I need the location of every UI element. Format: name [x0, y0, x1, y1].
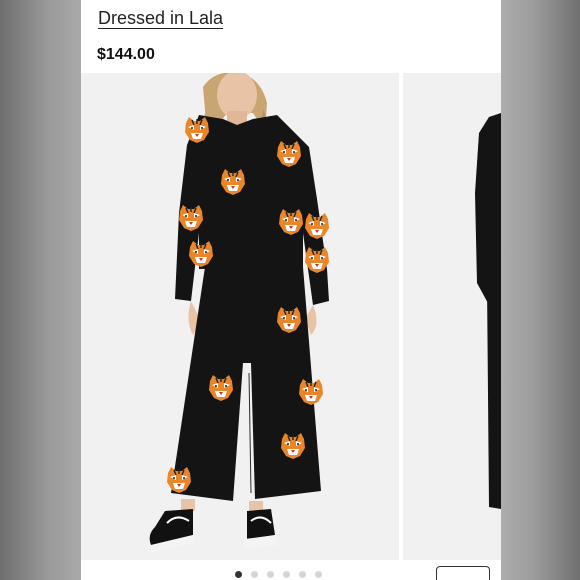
model-illustration-next [475, 113, 501, 509]
product-page: Dressed in Lala $144.00 [81, 0, 501, 580]
gallery-pagination [235, 571, 322, 580]
right-backdrop [501, 0, 580, 580]
gallery-dot[interactable] [315, 571, 322, 578]
product-price: $144.00 [97, 46, 155, 63]
gallery-dot[interactable] [235, 571, 242, 578]
gallery-dot[interactable] [267, 571, 274, 578]
product-image-next[interactable] [403, 73, 501, 560]
gallery-dot[interactable] [251, 571, 258, 578]
gallery-dot[interactable] [299, 571, 306, 578]
product-image-main[interactable] [81, 73, 399, 560]
left-backdrop [0, 0, 81, 580]
thumbnail-tab[interactable] [436, 566, 490, 580]
gallery-dot[interactable] [283, 571, 290, 578]
brand-link[interactable]: Dressed in Lala [98, 7, 223, 29]
right-shoe [245, 509, 277, 549]
model-illustration [149, 73, 330, 553]
left-shoe [149, 509, 194, 553]
